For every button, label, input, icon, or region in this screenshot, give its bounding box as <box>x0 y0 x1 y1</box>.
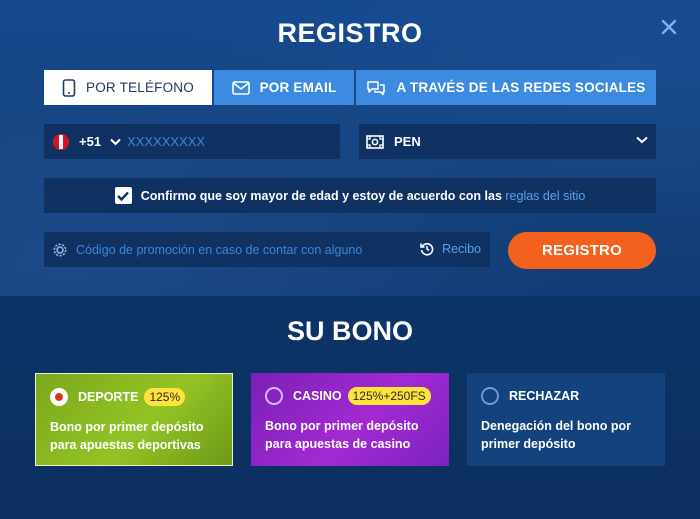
bonus-desc-line: Bono por primer depósito <box>50 420 204 434</box>
chevron-down-icon <box>636 136 648 144</box>
radio-unselected[interactable] <box>265 387 283 405</box>
register-button[interactable]: REGISTRO <box>508 232 656 269</box>
bonus-option-sport[interactable]: DEPORTE 125% Bono por primer depósito pa… <box>35 373 233 466</box>
chevron-down-icon[interactable] <box>110 138 121 146</box>
tab-phone[interactable]: POR TELÉFONO <box>44 70 212 105</box>
tab-social-label: A TRAVÉS DE LAS REDES SOCIALES <box>396 80 646 95</box>
bonus-name: CASINO <box>293 389 342 403</box>
promo-field: Recibo <box>44 232 490 267</box>
history-icon <box>420 242 434 256</box>
chat-bubbles-icon <box>367 80 386 95</box>
currency-value: PEN <box>394 134 421 149</box>
bonus-badge: 125% <box>144 388 186 406</box>
phone-input[interactable] <box>127 134 298 149</box>
peru-flag-icon[interactable] <box>53 133 69 150</box>
bonus-description: Bono por primer depósito para apuestas d… <box>265 417 435 453</box>
site-rules-link[interactable]: reglas del sitio <box>505 189 585 203</box>
registration-modal: REGISTRO POR TELÉFONO POR EMAIL A TRAVÉS… <box>0 0 700 519</box>
promo-code-input[interactable] <box>76 242 406 257</box>
bonus-description: Bono por primer depósito para apuestas d… <box>50 418 218 454</box>
bonus-desc-line: para apuestas deportivas <box>50 438 201 452</box>
radio-unselected[interactable] <box>481 387 499 405</box>
tab-social[interactable]: A TRAVÉS DE LAS REDES SOCIALES <box>356 70 656 105</box>
bonus-desc-line: Bono por primer depósito <box>265 419 419 433</box>
bonus-desc-line: para apuestas de casino <box>265 437 411 451</box>
checkmark-icon <box>117 191 130 201</box>
cash-icon <box>366 134 384 149</box>
modal-title: REGISTRO <box>277 18 423 48</box>
registration-tabs: POR TELÉFONO POR EMAIL A TRAVÉS DE LAS R… <box>44 70 656 105</box>
country-code[interactable]: +51 <box>79 134 101 149</box>
envelope-icon <box>231 80 250 95</box>
bonus-desc-line: primer depósito <box>481 437 576 451</box>
tab-phone-label: POR TELÉFONO <box>86 80 194 95</box>
recibo-button[interactable]: Recibo <box>420 242 481 256</box>
gear-icon <box>53 243 67 256</box>
recibo-label: Recibo <box>442 242 481 256</box>
bonus-description: Denegación del bono por primer depósito <box>481 417 651 453</box>
confirm-text: Confirmo que soy mayor de edad y estoy d… <box>141 189 586 203</box>
phone-icon <box>62 78 76 97</box>
bonus-name: DEPORTE <box>78 390 139 404</box>
bonus-title: SU BONO <box>286 316 413 346</box>
bonus-option-reject[interactable]: RECHAZAR Denegación del bono por primer … <box>467 373 665 466</box>
bonus-name: RECHAZAR <box>509 389 580 403</box>
currency-select[interactable]: PEN <box>359 124 656 159</box>
bonus-option-casino[interactable]: CASINO 125%+250FS Bono por primer depósi… <box>251 373 449 466</box>
close-icon[interactable] <box>660 18 678 36</box>
phone-field: +51 <box>44 124 340 159</box>
bonus-desc-line: Denegación del bono por <box>481 419 632 433</box>
age-checkbox[interactable] <box>114 187 132 204</box>
bonus-badge: 125%+250FS <box>347 387 431 405</box>
confirm-text-main: Confirmo que soy mayor de edad y estoy d… <box>140 188 502 203</box>
radio-selected[interactable] <box>50 388 68 406</box>
age-confirmation: Confirmo que soy mayor de edad y estoy d… <box>44 178 656 213</box>
tab-email[interactable]: POR EMAIL <box>214 70 354 105</box>
tab-email-label: POR EMAIL <box>259 80 337 95</box>
